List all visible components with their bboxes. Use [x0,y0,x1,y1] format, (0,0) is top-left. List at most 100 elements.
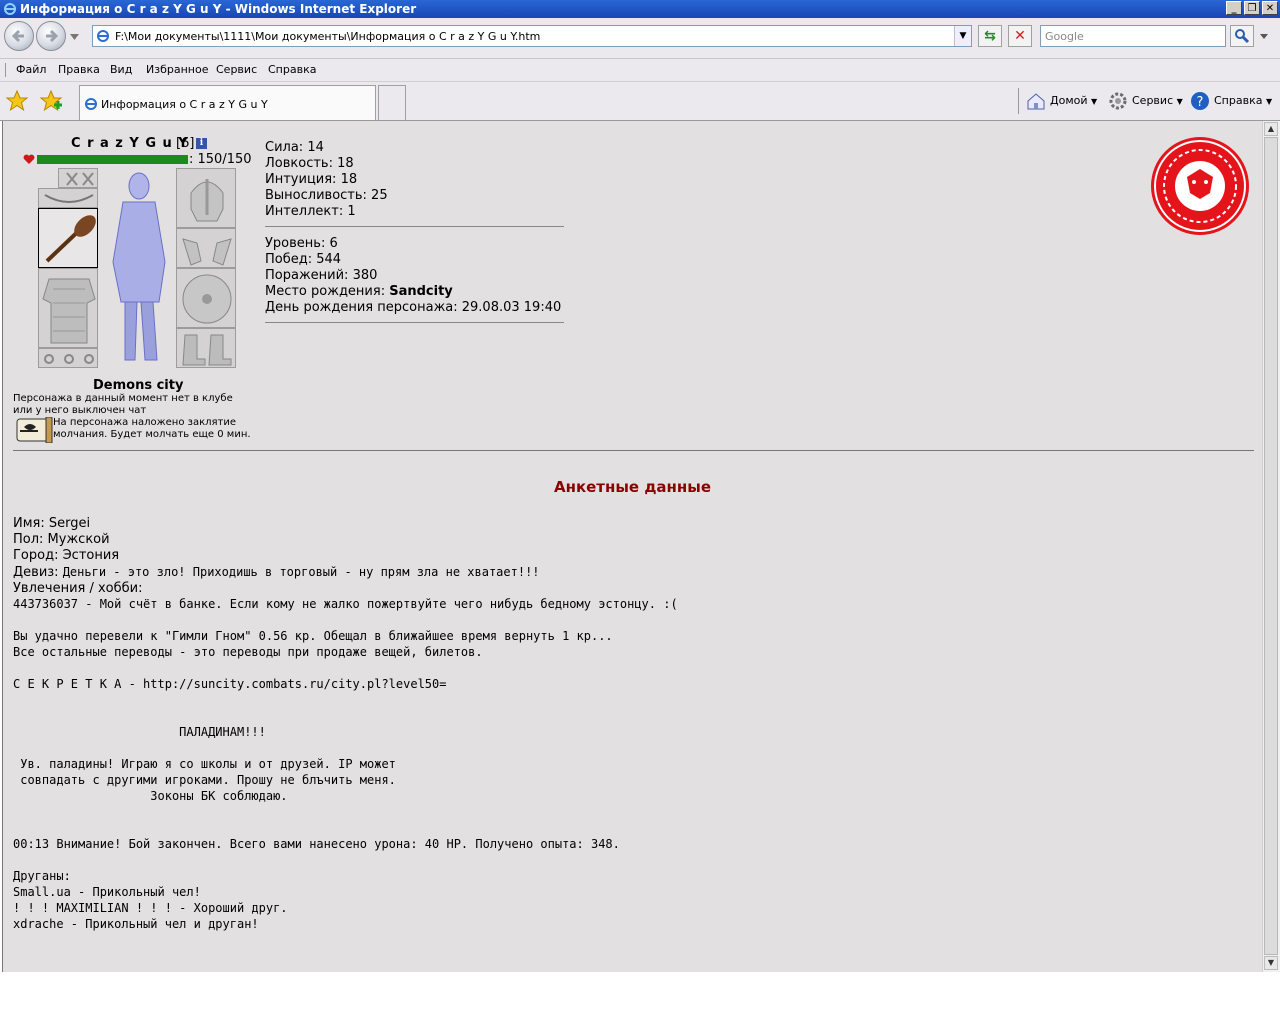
birthplace-value: Sandcity [389,284,453,299]
profile-gender: Пол: Мужской [13,532,110,547]
stat-agility: Ловкость: 18 [265,156,354,171]
new-tab-button[interactable] [378,85,406,120]
forward-button[interactable] [36,21,66,51]
search-options-icon[interactable] [1260,34,1268,39]
necklace-icon [44,194,94,203]
boots-icon [182,334,232,366]
heart-icon [23,154,35,164]
stats-divider-2 [265,322,564,323]
slot-shield[interactable] [176,268,236,328]
stop-button[interactable]: ✕ [1008,25,1032,47]
vertical-scrollbar[interactable]: ▲ ▼ [1262,121,1280,972]
scroll-up-icon[interactable]: ▲ [1264,122,1278,136]
scroll-thumb[interactable] [1264,137,1278,955]
magnifier-icon [1235,29,1250,44]
scroll-down-icon[interactable]: ▼ [1264,956,1278,970]
slot-amulets[interactable] [58,168,98,188]
page-icon [85,98,97,110]
page-content: C r a z Y G u Y [6] i : 150/150 Demons c… [2,121,1262,972]
refresh-button[interactable]: ⇆ [978,25,1002,47]
tools-label: Сервис [1132,94,1174,107]
tools-button[interactable]: Сервис ▼ [1108,91,1183,111]
add-favorite-icon[interactable] [40,89,64,113]
menu-view[interactable]: Вид [110,63,132,76]
profile-title: Анкетные данные [553,478,712,496]
tab-current[interactable]: Информация о C r a z Y G u Y [79,85,376,120]
address-bar[interactable]: F:\Мои документы\1111\Мои документы\Инфо… [92,25,972,47]
house-icon [1027,93,1045,110]
history-dropdown-icon[interactable] [70,34,79,40]
round-shield-icon [182,274,232,324]
address-dropdown-icon[interactable]: ▼ [954,26,971,46]
stat-birthplace: Место рождения: Sandcity [265,284,561,300]
help-icon: ? [1191,92,1209,110]
birthplace-label: Место рождения: [265,284,390,299]
menu-edit[interactable]: Правка [58,63,100,76]
stat-intellect: Интеллект: 1 [265,204,356,219]
section-divider [13,450,1254,451]
hobby-text: 443736037 - Мой счёт в банке. Если кому … [13,597,678,931]
character-figure [112,172,166,361]
slot-helmet[interactable] [176,168,236,228]
help-button[interactable]: ? Справка ▼ [1190,91,1272,111]
tab-label: Информация о C r a z Y G u Y [101,98,268,111]
stat-level: Уровень: 6 [265,236,338,251]
hp-text: : 150/150 [189,152,252,167]
back-arrow-icon [11,29,24,43]
help-label: Справка [1214,94,1263,107]
profile-motto-row: Девиз: Деньги - это зло! Приходишь в тор… [13,564,540,581]
slot-rings[interactable] [38,348,98,368]
maximize-button[interactable]: ❐ [1244,1,1260,15]
address-url[interactable]: F:\Мои документы\1111\Мои документы\Инфо… [115,30,540,43]
lion-emblem-icon [1151,137,1249,235]
menu-file[interactable]: Файл [16,63,46,76]
stat-intuition: Интуиция: 18 [265,172,358,187]
home-button[interactable]: Домой ▼ [1026,91,1097,111]
silence-scroll-icon [16,417,53,443]
menu-bar: Файл Правка Вид Избранное Сервис Справка [0,59,1280,82]
menu-help[interactable]: Справка [268,63,316,76]
close-button[interactable]: ✕ [1262,1,1278,15]
search-input[interactable]: Google [1040,25,1226,47]
hp-bar [37,155,188,164]
slot-gloves[interactable] [176,228,236,268]
page-icon [97,30,109,42]
toolbar-grip [5,63,8,77]
navigation-bar: F:\Мои документы\1111\Мои документы\Инфо… [0,18,1280,59]
window-title-bar: Информация о C r a z Y G u Y - Windows I… [0,0,1280,18]
motto-label: Девиз: [13,565,63,580]
silence-status: На персонажа наложено заклятие молчания.… [53,417,251,440]
star-icon[interactable] [5,89,29,113]
stop-icon: ✕ [1014,28,1026,44]
menu-favorites[interactable]: Избранное [146,63,208,76]
toolbar-separator [1018,88,1019,114]
stat-endurance: Выносливость: 25 [265,188,388,203]
stat-losses: Поражений: 380 [265,268,378,283]
menu-tools[interactable]: Сервис [216,63,257,76]
crossed-swords-icon [66,172,94,186]
minimize-button[interactable]: _ [1226,1,1242,15]
gauntlets-icon [182,238,232,266]
character-city: Demons city [93,378,184,393]
stat-birthday: День рождения персонажа: 29.08.03 19:40 [265,300,562,315]
info-icon[interactable]: i [196,138,207,149]
svg-text:?: ? [1197,95,1204,110]
character-name[interactable]: C r a z Y G u Y [71,136,189,151]
window-title: Информация о C r a z Y G u Y - Windows I… [20,2,417,16]
stats-divider-1 [265,226,564,227]
slot-boots[interactable] [176,328,236,368]
slot-earrings[interactable] [38,188,98,208]
motto-text: Деньги - это зло! Приходишь в торговый -… [62,565,540,579]
home-label: Домой [1050,94,1088,107]
stat-strength: Сила: 14 [265,140,324,155]
rings-icon [44,354,94,364]
slot-armor[interactable] [38,268,98,348]
profile-city: Город: Эстония [13,548,120,563]
profile-name: Имя: Sergei [13,516,91,531]
character-level: [6] [176,136,195,151]
ie-logo-icon [4,3,16,15]
status-bar [0,973,1280,1024]
slot-weapon[interactable] [38,208,98,268]
search-button[interactable] [1230,25,1254,47]
back-button[interactable] [4,21,34,51]
